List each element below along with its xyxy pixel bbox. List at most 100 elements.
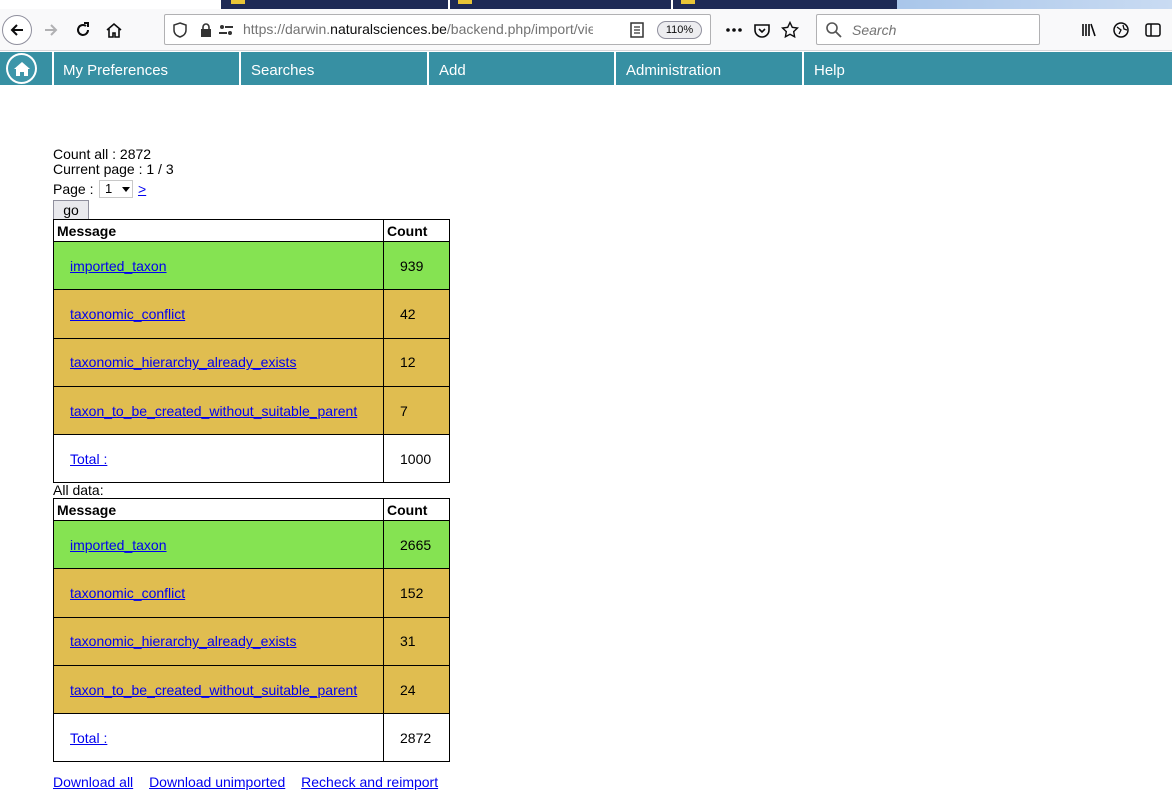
message-link[interactable]: taxon_to_be_created_without_suitable_par… (70, 403, 357, 419)
download-unimported-link[interactable]: Download unimported (149, 774, 285, 790)
table-header-row: Message Count (53, 498, 450, 521)
table-total-row: Total : 2872 (53, 713, 450, 763)
url-text[interactable]: https://darwin.naturalsciences.be/backen… (243, 21, 593, 41)
nav-item-searches[interactable]: Searches (251, 52, 314, 85)
page-select[interactable]: 1 (99, 180, 133, 198)
url-bar[interactable]: https://darwin.naturalsciences.be/backen… (164, 14, 711, 45)
lock-icon[interactable] (197, 21, 215, 39)
table-row: taxonomic_conflict 42 (53, 289, 450, 339)
column-header-message: Message (53, 219, 384, 242)
current-page-text: Current page : 1 / 3 (53, 161, 174, 177)
forward-button[interactable] (36, 15, 66, 45)
all-results-table: Message Count imported_taxon 2665 taxono… (53, 498, 450, 763)
message-cell: taxonomic_conflict (53, 289, 384, 339)
tab-strip-light (897, 0, 1172, 9)
url-prefix: https://darwin. (243, 21, 331, 37)
count-cell: 1000 (383, 434, 450, 484)
home-icon (106, 22, 122, 38)
message-link[interactable]: taxonomic_conflict (70, 585, 185, 601)
nav-item-administration[interactable]: Administration (626, 52, 721, 85)
pocket-button[interactable] (747, 15, 777, 45)
page-select-value: 1 (105, 181, 113, 196)
tab-favicon[interactable] (231, 0, 245, 4)
back-button[interactable] (2, 15, 32, 45)
message-link[interactable]: taxonomic_conflict (70, 306, 185, 322)
count-cell: 2872 (383, 713, 450, 763)
message-link[interactable]: imported_taxon (70, 537, 167, 553)
app-home-button[interactable] (6, 53, 37, 84)
page-label: Page : (53, 181, 94, 197)
table-row: taxon_to_be_created_without_suitable_par… (53, 385, 450, 436)
nav-divider (239, 52, 241, 85)
summary-block: Count all : 2872 Current page : 1 / 3 (53, 147, 174, 177)
browser-toolbar: https://darwin.naturalsciences.be/backen… (0, 9, 1172, 51)
sidebar-button[interactable] (1138, 15, 1168, 45)
tab-separator (448, 0, 450, 9)
message-cell: imported_taxon (53, 519, 384, 570)
reload-button[interactable] (68, 15, 98, 45)
search-placeholder: Search (852, 22, 897, 38)
count-cell: 42 (383, 289, 450, 339)
app-home-circle (8, 55, 35, 82)
nav-item-add[interactable]: Add (439, 52, 466, 85)
table-row: taxonomic_hierarchy_already_exists 31 (53, 616, 450, 666)
reader-view-icon[interactable] (628, 21, 646, 39)
tab-favicon[interactable] (458, 0, 472, 4)
nav-item-my-preferences[interactable]: My Preferences (63, 52, 168, 85)
page-results-table: Message Count imported_taxon 939 taxonom… (53, 219, 450, 484)
footer-links: Download all Download unimported Recheck… (53, 774, 450, 790)
home-button[interactable] (99, 15, 129, 45)
column-header-message: Message (53, 498, 384, 521)
extensions-button[interactable] (1106, 15, 1136, 45)
search-icon (826, 22, 842, 38)
app-nav-bar: My Preferences Searches Add Administrati… (0, 52, 1172, 85)
message-cell: taxonomic_hierarchy_already_exists (53, 337, 384, 387)
shield-icon[interactable] (171, 21, 189, 39)
recheck-reimport-link[interactable]: Recheck and reimport (301, 774, 438, 790)
message-link[interactable]: taxonomic_hierarchy_already_exists (70, 354, 296, 370)
back-arrow-icon (10, 24, 23, 36)
next-page-link[interactable]: > (138, 181, 146, 197)
message-cell: taxonomic_conflict (53, 568, 384, 618)
tab-favicon[interactable] (681, 0, 695, 4)
library-button[interactable] (1074, 15, 1104, 45)
total-link[interactable]: Total : (70, 730, 107, 746)
message-link[interactable]: taxonomic_hierarchy_already_exists (70, 633, 296, 649)
table-row: imported_taxon 939 (53, 240, 450, 291)
nav-item-help[interactable]: Help (814, 52, 845, 85)
globe-icon (1113, 22, 1129, 38)
url-path: /backend.php/import/vie (446, 21, 593, 37)
nav-divider (52, 52, 54, 85)
pocket-icon (754, 24, 770, 38)
permissions-icon[interactable] (217, 21, 235, 39)
total-link[interactable]: Total : (70, 451, 107, 467)
search-bar[interactable]: Search (816, 14, 1040, 45)
column-header-count: Count (383, 498, 450, 521)
url-domain: naturalsciences.be (330, 21, 447, 37)
message-cell: taxon_to_be_created_without_suitable_par… (53, 385, 384, 436)
house-icon (13, 61, 30, 76)
chevron-down-icon (122, 187, 130, 192)
page-actions-button[interactable] (719, 15, 749, 45)
sidebar-icon (1145, 23, 1161, 37)
count-cell: 7 (383, 385, 450, 436)
count-cell: 2665 (383, 519, 450, 570)
table-row: imported_taxon 2665 (53, 519, 450, 570)
download-all-link[interactable]: Download all (53, 774, 133, 790)
message-link[interactable]: taxon_to_be_created_without_suitable_par… (70, 682, 357, 698)
table-header-row: Message Count (53, 219, 450, 242)
nav-divider (427, 52, 429, 85)
tab-separator (671, 0, 673, 9)
count-all-text: Count all : 2872 (53, 146, 152, 162)
forward-arrow-icon (45, 24, 58, 36)
star-icon (781, 21, 799, 39)
go-button[interactable]: go (53, 200, 89, 220)
nav-divider (802, 52, 804, 85)
table-total-row: Total : 1000 (53, 434, 450, 484)
bookmark-button[interactable] (775, 15, 805, 45)
zoom-level-badge[interactable]: 110% (657, 21, 702, 39)
tab-strip (0, 0, 1172, 9)
message-link[interactable]: imported_taxon (70, 258, 167, 274)
nav-divider (614, 52, 616, 85)
count-cell: 12 (383, 337, 450, 387)
